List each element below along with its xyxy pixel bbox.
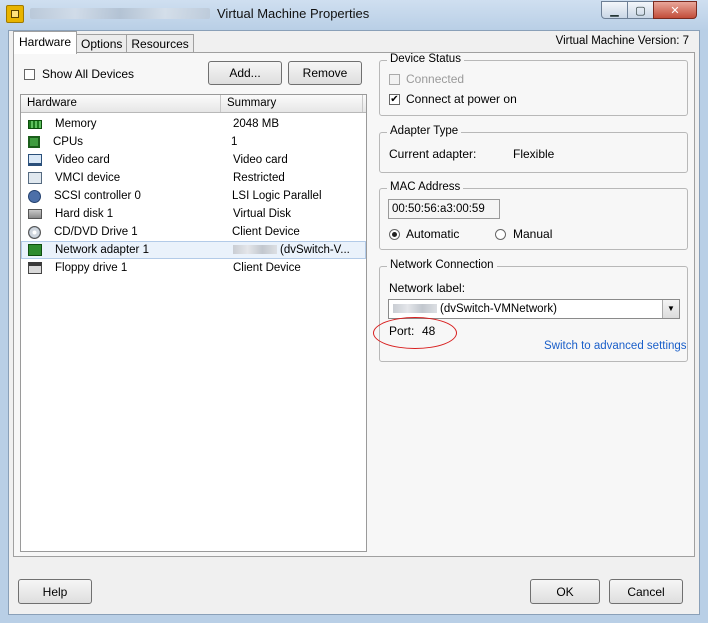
- current-adapter-value: Flexible: [513, 147, 555, 161]
- window-frame: Virtual Machine Properties ▁ ▢ ✕ Hardwar…: [0, 0, 708, 623]
- tab-resources[interactable]: Resources: [126, 34, 194, 54]
- device-name: CD/DVD Drive 1: [54, 226, 138, 238]
- cpu-icon: [28, 136, 40, 148]
- device-row-hard-disk[interactable]: Hard disk 1 Virtual Disk: [21, 205, 366, 223]
- add-device-button[interactable]: Add...: [208, 61, 282, 85]
- show-all-devices-label: Show All Devices: [42, 67, 135, 81]
- device-status-group: Device Status Connected ✔ Connect at pow…: [379, 53, 688, 116]
- manual-label: Manual: [513, 227, 553, 241]
- device-name: Network adapter 1: [55, 244, 149, 256]
- device-row-cd-dvd-drive[interactable]: CD/DVD Drive 1 Client Device: [21, 223, 366, 241]
- monitor-icon: [28, 154, 42, 166]
- network-connection-group: Network Connection Network label: (dvSwi…: [373, 259, 688, 362]
- connect-at-power-on-checkbox[interactable]: ✔: [389, 94, 400, 105]
- device-row-vmci-device[interactable]: VMCI device Restricted: [21, 169, 366, 187]
- hardware-tab-panel: Show All Devices Add... Remove Hardware …: [13, 52, 695, 557]
- device-summary: 1: [231, 136, 238, 148]
- device-name: VMCI device: [55, 172, 121, 184]
- device-summary: Client Device: [232, 226, 300, 238]
- automatic-label: Automatic: [406, 227, 460, 241]
- help-button[interactable]: Help: [18, 579, 92, 604]
- column-header-hardware[interactable]: Hardware: [21, 95, 221, 112]
- window-title: Virtual Machine Properties: [217, 6, 370, 21]
- scsi-icon: [28, 189, 41, 203]
- device-row-video-card[interactable]: Video card Video card: [21, 151, 366, 169]
- close-button[interactable]: ✕: [653, 1, 697, 19]
- cdrom-icon: [28, 225, 41, 239]
- manual-radio[interactable]: [495, 229, 506, 240]
- device-row-floppy-drive[interactable]: Floppy drive 1 Client Device: [21, 259, 366, 277]
- maximize-button[interactable]: ▢: [627, 1, 654, 19]
- tab-strip: Hardware Options Resources: [13, 31, 194, 54]
- connected-label: Connected: [406, 72, 465, 86]
- device-summary: LSI Logic Parallel: [232, 190, 322, 202]
- device-summary: Video card: [233, 154, 288, 166]
- adapter-type-title: Adapter Type: [387, 125, 462, 137]
- ok-button[interactable]: OK: [530, 579, 600, 604]
- connected-checkbox[interactable]: [389, 74, 400, 85]
- vmci-icon: [28, 172, 42, 184]
- show-all-devices-checkbox[interactable]: [24, 69, 35, 80]
- window-controls: ▁ ▢ ✕: [601, 1, 697, 19]
- connect-at-power-on-label: Connect at power on: [406, 92, 517, 106]
- automatic-radio[interactable]: [389, 229, 400, 240]
- network-adapter-icon: [28, 244, 42, 256]
- device-row-scsi-controller[interactable]: SCSI controller 0 LSI Logic Parallel: [21, 187, 366, 205]
- dialog-client: Hardware Options Resources Virtual Machi…: [8, 30, 700, 615]
- device-summary: (dvSwitch-V...: [233, 244, 365, 256]
- redacted-vm-name: [30, 8, 210, 19]
- vsphere-app-icon: [6, 5, 24, 23]
- annotation-circle: [373, 317, 457, 349]
- mac-address-field[interactable]: 00:50:56:a3:00:59: [388, 199, 500, 219]
- minimize-button[interactable]: ▁: [601, 1, 628, 19]
- hardware-list-header: Hardware Summary: [21, 95, 366, 113]
- title-bar: Virtual Machine Properties ▁ ▢ ✕: [0, 0, 708, 30]
- mac-address-group: MAC Address 00:50:56:a3:00:59 Automatic …: [379, 181, 688, 250]
- device-summary: Client Device: [233, 262, 301, 274]
- switch-to-advanced-settings-link[interactable]: Switch to advanced settings: [544, 340, 687, 352]
- device-name: Video card: [55, 154, 110, 166]
- cancel-button[interactable]: Cancel: [609, 579, 683, 604]
- network-label-label: Network label:: [389, 281, 466, 295]
- device-summary: Virtual Disk: [233, 208, 291, 220]
- network-label-value: (dvSwitch-VMNetwork): [440, 303, 557, 315]
- device-status-title: Device Status: [387, 53, 464, 65]
- remove-device-button[interactable]: Remove: [288, 61, 362, 85]
- chevron-down-icon[interactable]: ▼: [662, 300, 679, 318]
- device-summary: 2048 MB: [233, 118, 280, 130]
- network-label-dropdown[interactable]: (dvSwitch-VMNetwork) ▼: [388, 299, 680, 319]
- adapter-type-group: Adapter Type Current adapter: Flexible: [379, 125, 688, 173]
- device-row-network-adapter[interactable]: Network adapter 1 (dvSwitch-V...: [21, 241, 366, 259]
- device-name: Floppy drive 1: [55, 262, 128, 274]
- hardware-list: Hardware Summary Memory 2048 MB CPUs 1 V…: [20, 94, 367, 552]
- memory-icon: [28, 119, 42, 129]
- harddisk-icon: [28, 209, 42, 219]
- tab-options[interactable]: Options: [76, 34, 128, 54]
- device-row-memory[interactable]: Memory 2048 MB: [21, 115, 366, 133]
- device-name: Hard disk 1: [55, 208, 114, 220]
- mac-address-title: MAC Address: [387, 181, 464, 193]
- current-adapter-label: Current adapter:: [389, 147, 477, 161]
- vm-version: Virtual Machine Version: 7: [555, 35, 689, 47]
- device-name: SCSI controller 0: [54, 190, 141, 202]
- floppy-icon: [28, 262, 42, 274]
- network-connection-title: Network Connection: [387, 259, 497, 271]
- column-header-summary[interactable]: Summary: [221, 95, 363, 112]
- device-name: CPUs: [53, 136, 84, 148]
- device-row-cpus[interactable]: CPUs 1: [21, 133, 366, 151]
- device-name: Memory: [55, 118, 97, 130]
- redacted-network-name: [393, 304, 437, 314]
- tab-hardware[interactable]: Hardware: [13, 31, 78, 54]
- device-summary: Restricted: [233, 172, 285, 184]
- redacted-network-name: [233, 245, 277, 255]
